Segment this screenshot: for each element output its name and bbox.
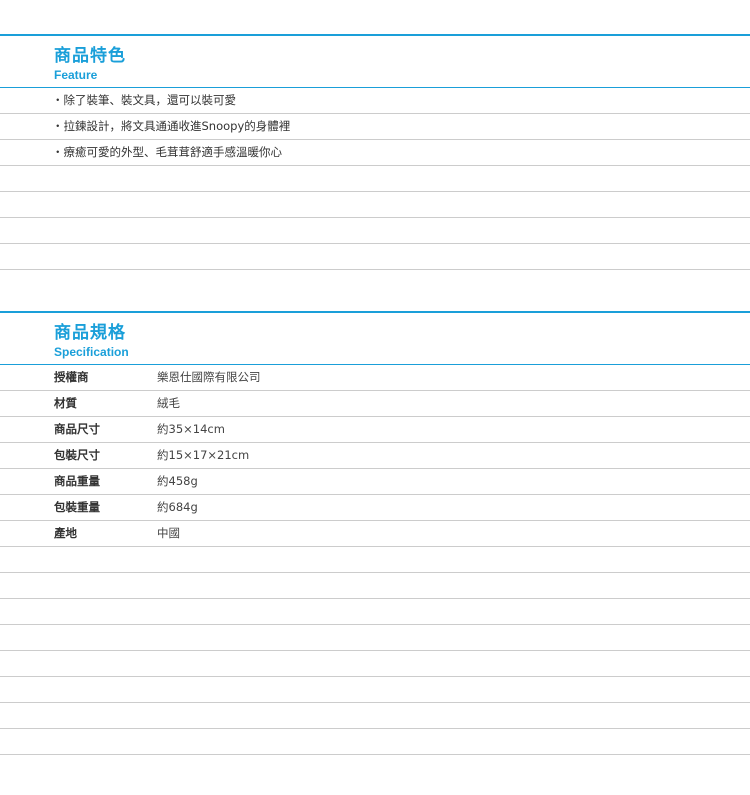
spec-section: 商品規格 Specification 授權商 樂恩仕國際有限公司 材質 絨毛 商品尺… — [0, 311, 750, 755]
feature-item: ・除了裝筆、裝文具，還可以裝可愛 — [0, 88, 750, 114]
spec-value: 約15×17×21cm — [157, 448, 250, 462]
spec-row: 授權商 樂恩仕國際有限公司 — [0, 365, 750, 391]
feature-section: 商品特色 Feature ・除了裝筆、裝文具，還可以裝可愛 ・拉鍊設計，將文具通… — [0, 34, 750, 270]
spec-subtitle: Specification — [54, 345, 129, 359]
spec-title: 商品規格 — [54, 323, 126, 343]
feature-item-text: ・拉鍊設計，將文具通通收進Snoopy的身體裡 — [52, 119, 291, 133]
spec-row: 產地 中國 — [0, 521, 750, 547]
spec-row — [0, 729, 750, 755]
feature-item-text: ・除了裝筆、裝文具，還可以裝可愛 — [52, 93, 236, 107]
spec-header: 商品規格 Specification — [0, 313, 750, 365]
spec-value: 約684g — [157, 500, 198, 514]
feature-item: ・療癒可愛的外型、毛茸茸舒適手感溫暖你心 — [0, 140, 750, 166]
spec-label: 包裝重量 — [54, 500, 100, 514]
spec-value: 絨毛 — [157, 396, 180, 410]
spec-label: 產地 — [54, 526, 77, 540]
feature-title: 商品特色 — [54, 46, 126, 66]
spec-value: 約35×14cm — [157, 422, 225, 436]
spec-table: 授權商 樂恩仕國際有限公司 材質 絨毛 商品尺寸 約35×14cm 包裝尺寸 約15×1… — [0, 365, 750, 755]
spec-row: 材質 絨毛 — [0, 391, 750, 417]
spec-row — [0, 651, 750, 677]
spec-row — [0, 625, 750, 651]
feature-item — [0, 244, 750, 270]
feature-subtitle: Feature — [54, 68, 98, 82]
spec-row: 包裝重量 約684g — [0, 495, 750, 521]
feature-item — [0, 218, 750, 244]
spec-row — [0, 599, 750, 625]
spec-row — [0, 703, 750, 729]
spec-label: 商品重量 — [54, 474, 100, 488]
spec-row — [0, 677, 750, 703]
feature-item: ・拉鍊設計，將文具通通收進Snoopy的身體裡 — [0, 114, 750, 140]
spec-label: 商品尺寸 — [54, 422, 100, 436]
spec-value: 中國 — [157, 526, 180, 540]
feature-item — [0, 192, 750, 218]
spec-row — [0, 547, 750, 573]
spec-value: 樂恩仕國際有限公司 — [157, 370, 261, 384]
spec-label: 包裝尺寸 — [54, 448, 100, 462]
feature-header: 商品特色 Feature — [0, 36, 750, 88]
spec-row — [0, 573, 750, 599]
spec-label: 授權商 — [54, 370, 89, 384]
spec-value: 約458g — [157, 474, 198, 488]
feature-item — [0, 166, 750, 192]
spec-label: 材質 — [54, 396, 77, 410]
feature-list: ・除了裝筆、裝文具，還可以裝可愛 ・拉鍊設計，將文具通通收進Snoopy的身體裡… — [0, 88, 750, 270]
spec-row: 包裝尺寸 約15×17×21cm — [0, 443, 750, 469]
spec-row: 商品重量 約458g — [0, 469, 750, 495]
spec-row: 商品尺寸 約35×14cm — [0, 417, 750, 443]
feature-item-text: ・療癒可愛的外型、毛茸茸舒適手感溫暖你心 — [52, 145, 282, 159]
